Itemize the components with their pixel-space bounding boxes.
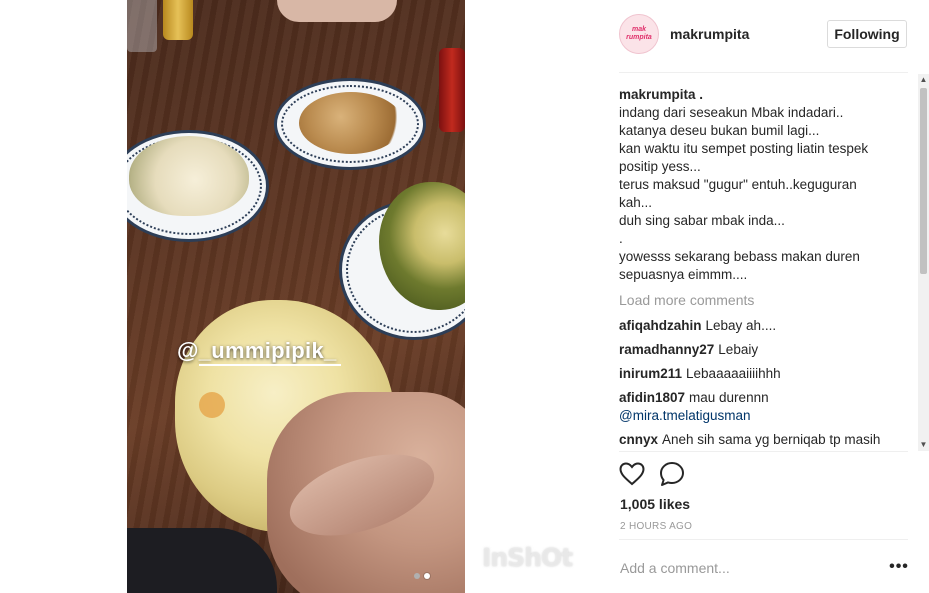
load-more-comments-link[interactable]: Load more comments: [619, 291, 908, 309]
avatar-text-line: rumpita: [626, 34, 652, 41]
comment-text: Lebaiy: [718, 342, 759, 357]
header-divider: [619, 72, 908, 73]
caption-line: .: [619, 231, 623, 246]
can-image: [439, 48, 465, 132]
comment-username[interactable]: afidin1807: [619, 390, 685, 405]
comment-username[interactable]: cnnyx: [619, 432, 658, 447]
scroll-down-arrow[interactable]: ▼: [918, 439, 929, 451]
caption-line: katanya deseu bukan bumil lagi...: [619, 123, 820, 138]
video-overlay-tag: @_ummipipik_: [177, 338, 341, 366]
caption-line: duh sing sabar mbak inda...: [619, 213, 785, 228]
comment-text: Lebay ah....: [705, 318, 777, 333]
comment-item: ramadhanny27 Lebaiy: [619, 341, 908, 359]
add-comment-input[interactable]: Add a comment...: [620, 560, 730, 576]
heart-icon[interactable]: [619, 461, 645, 487]
comments-list[interactable]: makrumpita . indang dari seseakun Mbak i…: [619, 86, 908, 448]
durian-half-image: [129, 136, 249, 216]
more-options-icon[interactable]: •••: [889, 558, 909, 576]
caption-line: sepuasnya eimmm....: [619, 267, 748, 282]
inshot-watermark: InShOt: [482, 543, 573, 572]
comment-text: Lebaaaaaiiiihhh: [686, 366, 781, 381]
following-button[interactable]: Following: [827, 20, 907, 48]
scroll-up-arrow[interactable]: ▲: [918, 74, 929, 86]
add-comment-divider: [619, 539, 908, 540]
caption-line: kah...: [619, 195, 653, 210]
comment-item: inirum211 Lebaaaaaiiiihhh: [619, 365, 908, 383]
cup-image: [163, 0, 193, 40]
caption-line: indang dari seseakun Mbak indadari..: [619, 105, 844, 120]
scroll-thumb[interactable]: [920, 88, 927, 274]
speech-bubble-icon[interactable]: [659, 461, 685, 487]
post-header: mak rumpita makrumpita Following: [619, 14, 908, 54]
comment-username[interactable]: afiqahdzahin: [619, 318, 702, 333]
post-video[interactable]: @_ummipipik_: [127, 0, 465, 593]
comment-mention-link[interactable]: @mira.tmelatigusman: [619, 408, 751, 423]
caption-username[interactable]: makrumpita .: [619, 86, 908, 104]
comment-username[interactable]: inirum211: [619, 366, 682, 381]
comments-scrollbar[interactable]: ▲ ▼: [918, 74, 929, 451]
avatar-text-line: mak: [631, 26, 646, 33]
likes-count[interactable]: 1,005 likes: [620, 496, 690, 512]
snack-image: [299, 92, 403, 154]
comment-item: afiqahdzahin Lebay ah....: [619, 317, 908, 335]
avatar[interactable]: mak rumpita: [619, 14, 659, 54]
comment-text: mau durennn: [689, 390, 769, 405]
carousel-dot[interactable]: [414, 573, 420, 579]
glass-image: [127, 0, 157, 52]
media-area: @_ummipipik_ InShOt: [0, 0, 600, 593]
post-timestamp[interactable]: 2 HOURS AGO: [620, 521, 692, 532]
caption-line: kan waktu itu sempet posting liatin tesp…: [619, 141, 869, 156]
comments-divider: [619, 451, 908, 452]
caption-line: terus maksud "gugur" entuh..keguguran: [619, 177, 857, 192]
comment-username[interactable]: ramadhanny27: [619, 342, 714, 357]
fingers-image: [277, 0, 397, 22]
caption-line: positip yess...: [619, 159, 701, 174]
comment-item: afidin1807 mau durennn @mira.tmelatigusma…: [619, 389, 908, 425]
post-actions: [619, 461, 685, 487]
caption-line: yowesss sekarang bebass makan duren: [619, 249, 860, 264]
carousel-dot-active[interactable]: [424, 573, 430, 579]
post-username[interactable]: makrumpita: [670, 26, 749, 42]
comment-text: Aneh sih sama yg berniqab tp masih: [662, 432, 881, 447]
comment-item: cnnyx Aneh sih sama yg berniqab tp masih: [619, 431, 908, 448]
carousel-indicator: [414, 573, 430, 579]
